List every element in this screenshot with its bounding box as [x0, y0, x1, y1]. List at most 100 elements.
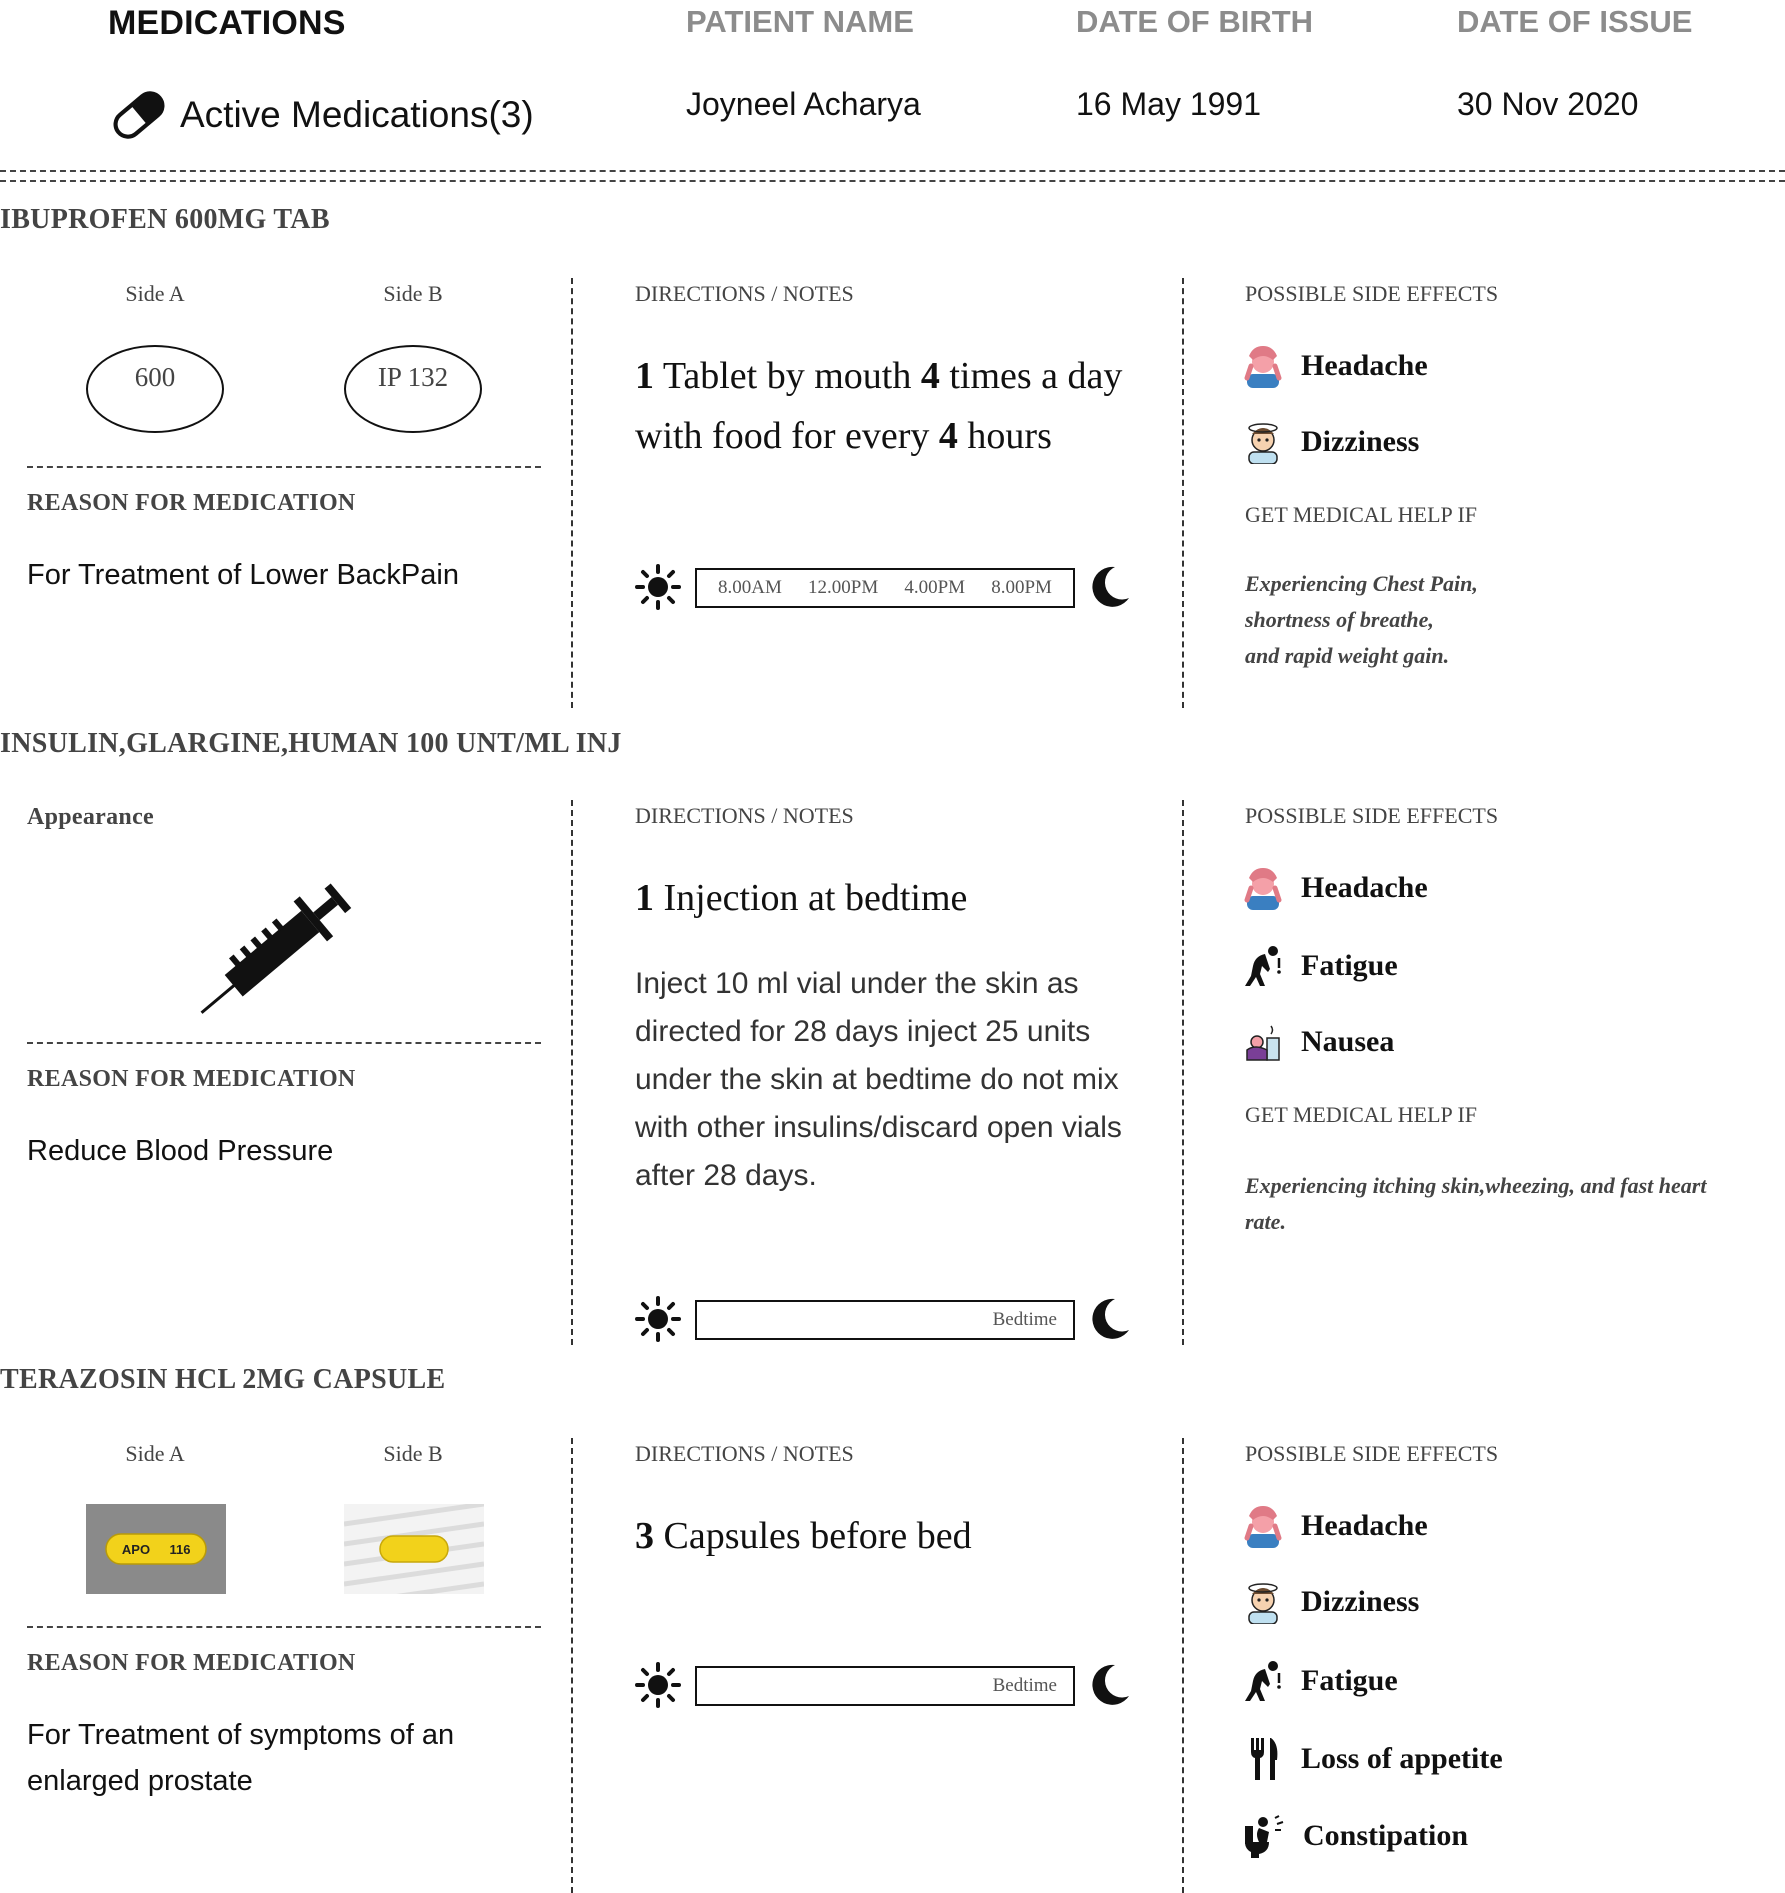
column-divider: [1182, 1438, 1184, 1893]
moon-icon: [1092, 1664, 1129, 1705]
side-effect-item: Dizziness: [1243, 1580, 1419, 1624]
dob-value: 16 May 1991: [1076, 86, 1262, 122]
patient-name-label: PATIENT NAME: [686, 4, 914, 39]
directions-part: Capsules before bed: [654, 1515, 972, 1557]
side-b-label: Side B: [383, 281, 443, 306]
directions-part: Injection at bedtime: [654, 877, 968, 919]
constipation-icon: [1245, 1815, 1284, 1858]
headache-icon: [1244, 346, 1282, 388]
pill-icon: [113, 91, 165, 139]
directions-notes: Inject 10 ml vial under the skin as dire…: [635, 967, 1122, 1192]
capsule-imprint: APO: [122, 1542, 150, 1557]
reason-heading: REASON FOR MEDICATION: [27, 1066, 356, 1092]
dob-label: DATE OF BIRTH: [1076, 4, 1314, 39]
column-divider: [571, 1438, 573, 1893]
column-divider: [571, 800, 573, 1345]
side-effects-heading: POSSIBLE SIDE EFFECTS: [1245, 281, 1499, 306]
side-effect-label: Dizziness: [1301, 425, 1420, 458]
reason-line: For Treatment of symptoms of an: [27, 1719, 455, 1751]
dose-times: 4: [920, 355, 940, 397]
dizziness-icon: [1248, 1583, 1278, 1624]
moon-icon: [1092, 566, 1129, 607]
side-a-label: Side A: [125, 1441, 185, 1466]
column-divider: [1182, 800, 1184, 1345]
side-effect-item: Headache: [1243, 1504, 1428, 1548]
moon-icon: [1092, 1298, 1129, 1339]
dose-quantity: 1: [635, 355, 654, 397]
sun-icon: [635, 564, 681, 610]
directions-part: Tablet by mouth: [654, 355, 921, 397]
reason-heading: REASON FOR MEDICATION: [27, 1650, 356, 1676]
directions-part: hours: [957, 415, 1052, 457]
tablet-side-a: 600: [86, 345, 224, 433]
directions-text: 3 Capsules before bed: [635, 1506, 1175, 1566]
side-effect-label: Constipation: [1303, 1819, 1469, 1852]
header-divider: [0, 170, 1785, 182]
dose-hours: 4: [938, 415, 958, 457]
side-effect-label: Headache: [1301, 871, 1428, 904]
side-a-label: Side A: [125, 281, 185, 306]
reason-text: Reduce Blood Pressure: [27, 1135, 334, 1167]
column-divider: [571, 278, 573, 708]
side-effect-label: Fatigue: [1301, 1664, 1398, 1697]
medical-help-line: rate.: [1245, 1209, 1286, 1234]
sun-icon: [635, 1296, 681, 1342]
fork-knife-icon: [1251, 1738, 1278, 1780]
directions-text: 1 Injection at bedtime: [635, 868, 1175, 928]
side-effect-item: Dizziness: [1243, 420, 1419, 464]
medical-help-line: Experiencing Chest Pain,: [1245, 571, 1478, 596]
reason-text: For Treatment of Lower BackPain: [27, 559, 459, 591]
fatigue-icon: [1245, 1661, 1281, 1701]
side-effect-item: Fatigue: [1243, 944, 1398, 988]
syringe-icon: [200, 883, 352, 1014]
medication-name: INSULIN,GLARGINE,HUMAN 100 UNT/ML INJ: [0, 728, 622, 759]
side-effect-label: Headache: [1301, 349, 1428, 382]
active-medications[interactable]: Active Medications(3): [106, 82, 534, 148]
patient-name-value: Joyneel Acharya: [686, 86, 921, 122]
side-effects-heading: POSSIBLE SIDE EFFECTS: [1245, 1441, 1499, 1466]
reason-line: enlarged prostate: [27, 1765, 253, 1797]
side-effect-label: Dizziness: [1301, 1585, 1420, 1618]
schedule-time: Bedtime: [992, 1675, 1057, 1696]
side-effect-item: Loss of appetite: [1243, 1736, 1503, 1782]
schedule-bar: Bedtime: [695, 1300, 1075, 1340]
schedule-time: 4.00PM: [904, 577, 966, 598]
side-effect-item: Constipation: [1243, 1814, 1468, 1858]
medication-name: IBUPROFEN 600MG TAB: [0, 204, 330, 235]
fatigue-icon: [1245, 946, 1281, 986]
dose-schedule: 8.00AM 12.00PM 4.00PM 8.00PM: [635, 562, 1135, 612]
capsule-icon: [343, 1501, 485, 1607]
section-divider: [27, 466, 541, 468]
appearance-heading: Appearance: [27, 804, 154, 830]
schedule-bar: 8.00AM 12.00PM 4.00PM 8.00PM: [695, 568, 1075, 608]
schedule-time: 12.00PM: [808, 577, 879, 598]
side-effect-label: Nausea: [1301, 1025, 1395, 1058]
dob-block: DATE OF BIRTH 16 May 1991: [1076, 4, 1313, 123]
side-effect-item: Headache: [1243, 344, 1428, 388]
side-effect-item: Headache: [1243, 866, 1428, 910]
directions-heading: DIRECTIONS / NOTES: [635, 803, 854, 828]
dose-schedule: Bedtime: [635, 1294, 1135, 1344]
dose-schedule: Bedtime: [635, 1660, 1135, 1710]
medical-help-heading: GET MEDICAL HELP IF: [1245, 502, 1478, 527]
directions-text: 1 Tablet by mouth 4 times a day with foo…: [635, 346, 1175, 466]
tablet-side-b: IP 132: [344, 345, 482, 433]
side-effect-label: Fatigue: [1301, 949, 1398, 982]
issue-date-value: 30 Nov 2020: [1457, 86, 1639, 122]
capsule-imprint: 116: [170, 1542, 191, 1557]
active-medications-label: Active Medications(3): [180, 94, 534, 135]
medication-name: TERAZOSIN HCL 2MG CAPSULE: [0, 1364, 446, 1395]
directions-heading: DIRECTIONS / NOTES: [635, 1441, 854, 1466]
dose-quantity: 3: [635, 1515, 654, 1557]
capsule-photo-side-a: APO 116: [86, 1504, 226, 1594]
medical-help-line: Experiencing itching skin,wheezing, and …: [1245, 1173, 1707, 1198]
side-effect-item: Fatigue: [1243, 1659, 1398, 1703]
page-title: MEDICATIONS: [108, 4, 346, 42]
side-effect-item: Nausea: [1243, 1020, 1394, 1064]
schedule-bar: Bedtime: [695, 1666, 1075, 1706]
schedule-time: Bedtime: [992, 1309, 1057, 1330]
issue-date-label: DATE OF ISSUE: [1457, 4, 1693, 39]
schedule-time: 8.00AM: [718, 577, 782, 598]
side-b-label: Side B: [383, 1441, 443, 1466]
sun-icon: [635, 1662, 681, 1708]
